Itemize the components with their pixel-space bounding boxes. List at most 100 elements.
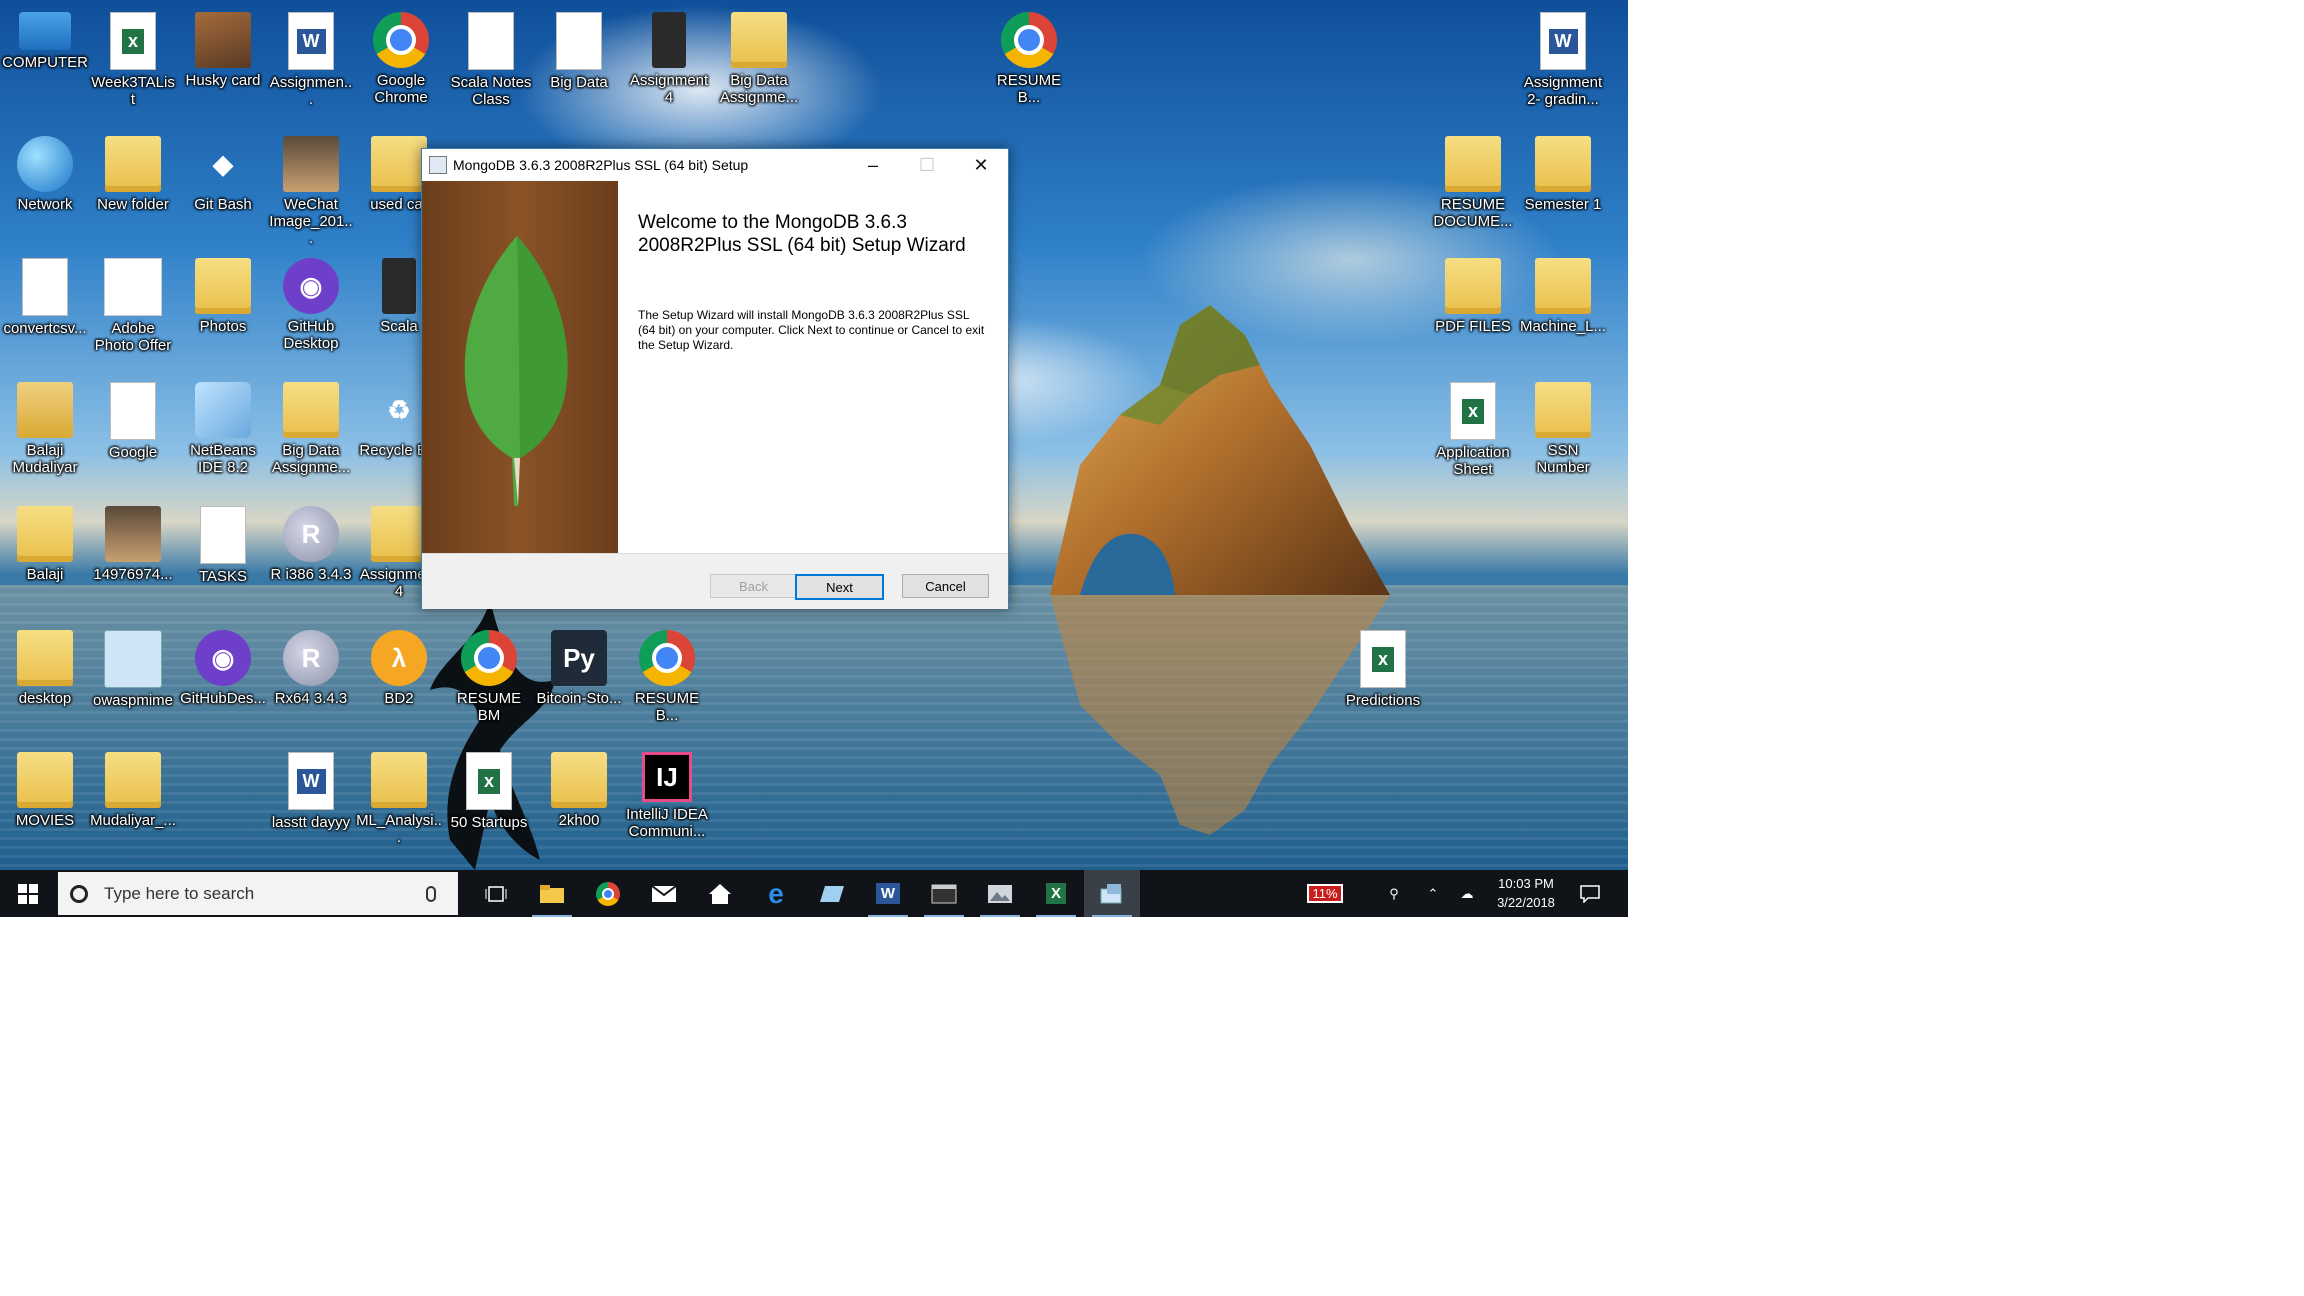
folder-icon	[105, 752, 161, 808]
document-icon	[468, 12, 514, 70]
desktop-icon-mudaliyar[interactable]: Mudaliyar_...	[90, 746, 176, 864]
desktop-icon-balaji[interactable]: Balaji	[2, 500, 88, 618]
desktop-icon-assignment-2[interactable]: W Assignment 2- gradin...	[1520, 6, 1606, 124]
github-icon: ◉	[283, 258, 339, 314]
onedrive-button[interactable]: ☁	[1450, 870, 1484, 917]
desktop-icon-resume-b-2[interactable]: RESUME B...	[624, 624, 710, 742]
show-hidden-icons-button[interactable]: ⌃	[1418, 870, 1448, 917]
task-view-button[interactable]	[468, 870, 524, 917]
desktop-icon-big-data-assignment-2[interactable]: Big Data Assignme...	[268, 376, 354, 494]
desktop-icon-owaspmime[interactable]: owaspmime	[90, 624, 176, 742]
taskbar-clock[interactable]: 10:03 PM 3/22/2018	[1490, 870, 1562, 917]
taskbar-home[interactable]	[692, 870, 748, 917]
desktop-icon-ssn-number[interactable]: SSN Number	[1520, 376, 1606, 494]
desktop-icon-tasks[interactable]: TASKS	[180, 500, 266, 618]
desktop-icon-predictions[interactable]: x Predictions	[1340, 624, 1426, 742]
desktop-icon-label: Scala Notes Class	[450, 74, 532, 108]
desktop-icon-ml-analysis[interactable]: ML_Analysi...	[356, 746, 442, 864]
desktop-icon-2kh00[interactable]: 2kh00	[536, 746, 622, 864]
desktop-icon-githubdesktop[interactable]: ◉ GitHubDes...	[180, 624, 266, 742]
document-icon	[22, 258, 68, 316]
dialog-titlebar[interactable]: MongoDB 3.6.3 2008R2Plus SSL (64 bit) Se…	[422, 149, 1008, 181]
people-button[interactable]: ⚲	[1374, 870, 1414, 917]
dialog-banner	[422, 181, 618, 553]
desktop-icon-convertcsv[interactable]: convertcsv...	[2, 252, 88, 370]
taskbar-excel[interactable]: X	[1028, 870, 1084, 917]
desktop-icon-label: 14976974...	[93, 566, 173, 583]
desktop-icon-big-data-assignment[interactable]: Big Data Assignme...	[716, 6, 802, 124]
desktop-icon-network[interactable]: Network	[2, 130, 88, 248]
desktop-icon-label: Google Chrome	[374, 72, 428, 106]
desktop-icon-photo-14976974[interactable]: 14976974...	[90, 500, 176, 618]
desktop-icon-assignment[interactable]: W Assignmen...	[268, 6, 354, 124]
desktop-icon-photos[interactable]: Photos	[180, 252, 266, 370]
taskbar-mail[interactable]	[636, 870, 692, 917]
desktop-icon-google-chrome[interactable]: Google Chrome	[358, 6, 444, 124]
cancel-button[interactable]: Cancel	[902, 574, 989, 598]
chevron-up-icon: ⌃	[1427, 885, 1439, 901]
adobe-icon: A	[104, 258, 162, 316]
taskbar-search[interactable]	[58, 872, 458, 915]
battery-indicator[interactable]: 11%	[1290, 870, 1360, 917]
taskbar-paper[interactable]	[804, 870, 860, 917]
desktop-icon-wechat-image[interactable]: WeChat Image_201...	[268, 130, 354, 248]
document-icon	[382, 258, 416, 314]
minimize-button[interactable]: –	[846, 149, 900, 181]
taskbar-edge[interactable]: e	[748, 870, 804, 917]
folder-icon	[551, 752, 607, 808]
paper-icon	[820, 885, 844, 902]
microphone-icon[interactable]	[426, 885, 436, 902]
desktop-icon-50-startups[interactable]: x 50 Startups	[446, 746, 532, 864]
taskbar-terminal[interactable]	[916, 870, 972, 917]
desktop-icon-lasstt-dayyy[interactable]: Wlasstt dayyy	[268, 746, 354, 864]
desktop-icon-adobe-photo-offer[interactable]: A Adobe Photo Offer	[90, 252, 176, 370]
action-center-button[interactable]	[1568, 870, 1612, 917]
search-input[interactable]	[102, 882, 406, 905]
desktop-icon-rx64[interactable]: R Rx64 3.4.3	[268, 624, 354, 742]
desktop-icon-pdf-files[interactable]: PDF FILES	[1430, 252, 1516, 370]
desktop-icon-github-desktop[interactable]: ◉ GitHub Desktop	[268, 252, 354, 370]
chrome-icon	[373, 12, 429, 68]
desktop-icon-movies[interactable]: MOVIES	[2, 746, 88, 864]
taskbar-file-explorer[interactable]	[524, 870, 580, 917]
desktop-icon-big-data[interactable]: Big Data	[536, 6, 622, 124]
desktop-icon-desktop[interactable]: desktop	[2, 624, 88, 742]
taskbar-photos[interactable]	[972, 870, 1028, 917]
desktop-icon-git-bash[interactable]: ◆ Git Bash	[180, 130, 266, 248]
desktop-icon-bd2[interactable]: λ BD2	[356, 624, 442, 742]
desktop-icon-semester-1[interactable]: Semester 1	[1520, 130, 1606, 248]
close-button[interactable]: ✕	[954, 149, 1008, 181]
desktop-icon-label: Balaji	[26, 566, 64, 583]
desktop-icon-machine-learning[interactable]: Machine_L...	[1520, 252, 1606, 370]
desktop-icon-label: lasstt dayyy	[271, 814, 351, 831]
network-icon	[17, 136, 73, 192]
taskbar-installer[interactable]	[1084, 870, 1140, 917]
desktop-icon-label: Network	[17, 196, 73, 213]
desktop-icon-bitcoin-stock[interactable]: Py Bitcoin-Sto...	[536, 624, 622, 742]
next-button[interactable]: Next	[795, 574, 884, 600]
desktop-icon-week3talist[interactable]: x Week3TAList	[90, 6, 176, 124]
excel-icon: x	[1360, 630, 1406, 688]
taskbar-chrome[interactable]	[580, 870, 636, 917]
desktop-icon-computer[interactable]: COMPUTER	[2, 6, 88, 124]
desktop-icon-resume-b[interactable]: RESUME B...	[986, 6, 1072, 124]
start-button[interactable]	[0, 870, 56, 917]
desktop-icon-google[interactable]: Google	[90, 376, 176, 494]
desktop-icon-intellij[interactable]: IJ IntelliJ IDEA Communi...	[624, 746, 710, 864]
folder-icon	[1445, 136, 1501, 192]
task-view-icon	[485, 885, 507, 902]
desktop-icon-balaji-mudaliyar[interactable]: Balaji Mudaliyar	[2, 376, 88, 494]
desktop-icon-resume-documents[interactable]: RESUME DOCUME...	[1430, 130, 1516, 248]
desktop-icon-scala-notes[interactable]: Scala Notes Class	[448, 6, 534, 124]
desktop-icon-husky-card[interactable]: Husky card	[180, 6, 266, 124]
desktop-icon-label: RESUME B...	[634, 690, 700, 724]
desktop-icon-application-sheet[interactable]: x Application Sheet	[1430, 376, 1516, 494]
desktop-icon-r-i386[interactable]: R R i386 3.4.3	[268, 500, 354, 618]
desktop-icon-netbeans[interactable]: NetBeans IDE 8.2	[180, 376, 266, 494]
desktop-icon-assignment-4[interactable]: Assignment 4	[626, 6, 712, 124]
desktop-icon-resume-bm[interactable]: RESUME BM	[446, 624, 532, 742]
dialog-content: Welcome to the MongoDB 3.6.3 2008R2Plus …	[618, 181, 1008, 553]
desktop-icon-new-folder[interactable]: New folder	[90, 130, 176, 248]
taskbar-word[interactable]: W	[860, 870, 916, 917]
desktop-icon-label: ML_Analysi...	[356, 812, 442, 846]
